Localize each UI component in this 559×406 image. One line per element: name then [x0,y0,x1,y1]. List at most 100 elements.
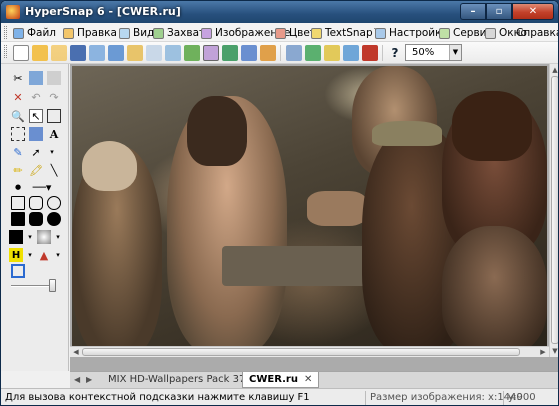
tools-menu-icon [439,27,450,39]
zoom-select[interactable]: 50% ▼ [405,44,462,61]
stamp-chevron-icon[interactable]: ▾ [51,248,65,262]
scroll-up-icon[interactable]: ▲ [550,65,558,75]
minimize-button[interactable]: – [460,3,486,20]
hypersnap-app-icon[interactable] [6,5,20,19]
close-button[interactable]: ✕ [512,3,554,20]
frame-icon[interactable] [11,264,25,278]
scroll-left-icon[interactable]: ◀ [71,347,81,357]
status-hint: Для вызова контекстной подсказки нажмите… [5,392,310,403]
gradient-chevron-icon[interactable]: ▾ [51,230,65,244]
view-menu-icon [119,27,130,39]
gradient-icon[interactable] [37,230,51,244]
capture-region-icon[interactable] [165,45,181,61]
open-folder-icon[interactable] [32,45,48,61]
menu-grip[interactable] [4,26,7,39]
paste-icon[interactable] [127,45,143,61]
vertical-scrollbar[interactable]: ▲ ▼ [549,64,558,357]
title-bar[interactable]: HyperSnap 6 - [CWER.ru] – ▫ ✕ [1,1,558,23]
paste-tool-icon[interactable] [47,71,61,85]
delete-icon[interactable]: ✕ [11,90,25,104]
highlight-chevron-icon[interactable]: ▾ [23,248,37,262]
tab-cwer[interactable]: CWER.ru ✕ [242,372,320,388]
window-title: HyperSnap 6 - [CWER.ru] [25,5,181,18]
cut-icon[interactable]: ✂ [11,71,25,85]
edit-menu-icon [63,27,74,39]
highlighter-icon[interactable]: 🖍 [29,163,43,177]
window-menu-icon [485,27,496,39]
capture-button-icon[interactable] [260,45,276,61]
menu-bar: Файл Правка Вид Захват Изображение Цвет … [1,23,558,42]
open-recent-icon[interactable] [51,45,67,61]
toolbar-grip[interactable] [4,45,7,58]
highlight-text-icon[interactable]: H [9,248,23,262]
scroll-down-icon[interactable]: ▼ [550,346,558,356]
crop-icon[interactable] [324,45,340,61]
dot-style-icon[interactable]: ● [11,180,25,194]
menu-capture[interactable]: Захват [153,26,205,40]
select-rect-icon[interactable] [11,127,25,141]
tab-scroll-left-icon[interactable]: ◀ [74,375,80,384]
maximize-button[interactable]: ▫ [486,3,512,20]
effects-icon[interactable] [343,45,359,61]
tab-scroll-right-icon[interactable]: ▶ [86,375,92,384]
close-tab-icon[interactable]: ✕ [304,374,312,385]
save-icon[interactable] [70,45,86,61]
marker-icon[interactable]: ✎ [11,145,25,159]
line-tool-icon[interactable]: ╲ [47,163,61,177]
menu-help[interactable]: Справка [513,26,558,40]
toolbar-separator [280,45,281,61]
copy-tool-icon[interactable] [29,71,43,85]
menu-textsnap[interactable]: TextSnap™ [311,26,383,40]
stamp-tool-icon[interactable]: ▲ [37,248,51,262]
zoom-tool-icon[interactable]: 🔍 [11,109,25,123]
document-tabs: ◀ ▶ MIX HD-Wallpapers Pack 37 10 CWER.ru… [70,371,558,388]
textsnap-menu-icon [311,27,322,39]
fill-icon[interactable] [29,127,43,141]
captured-image[interactable] [72,66,547,354]
image-figure [452,91,532,161]
pointer-icon[interactable]: ↖ [29,109,43,123]
horizontal-scroll-thumb[interactable] [82,348,520,356]
vertical-scroll-thumb[interactable] [551,76,558,344]
scroll-right-icon[interactable]: ▶ [538,347,548,357]
filled-ellipse-icon[interactable] [47,212,61,226]
capture-active-icon[interactable] [203,45,219,61]
color-menu-icon [275,27,286,39]
capture-scroll-icon[interactable] [241,45,257,61]
capture-screen-icon[interactable] [184,45,200,61]
filled-rectangle-icon[interactable] [11,212,25,226]
rotate-icon[interactable] [286,45,302,61]
menu-settings[interactable]: Настройки [375,26,448,40]
new-file-icon[interactable] [13,45,29,61]
menu-view[interactable]: Вид [119,26,154,40]
foreground-color-chevron-icon[interactable]: ▾ [23,230,37,244]
capture-object-icon[interactable] [222,45,238,61]
chevron-down-icon[interactable]: ▼ [449,45,461,60]
window-controls: – ▫ ✕ [460,3,554,20]
copy-icon[interactable] [89,45,105,61]
arrow-options-chevron-icon[interactable]: ▾ [45,145,59,159]
opacity-slider-track[interactable] [11,285,51,287]
ellipse-icon[interactable] [47,196,61,210]
rectangle-icon[interactable] [11,196,25,210]
print-icon[interactable] [108,45,124,61]
help-icon[interactable]: ? [387,45,403,61]
text-tool-icon[interactable]: A [47,127,61,141]
resize-icon[interactable] [305,45,321,61]
rounded-rectangle-icon[interactable] [29,196,43,210]
line-width-select[interactable]: ──▾ [29,180,55,194]
crop-tool-icon[interactable] [47,109,61,123]
menu-edit[interactable]: Правка [63,26,117,40]
horizontal-scrollbar[interactable]: ◀ ▶ [70,346,549,357]
filled-rounded-rectangle-icon[interactable] [29,212,43,226]
redo-icon[interactable]: ↷ [47,90,61,104]
pencil-icon[interactable]: ✏ [11,163,25,177]
menu-file[interactable]: Файл [13,26,56,40]
stamp-icon[interactable] [362,45,378,61]
opacity-slider-thumb[interactable] [49,279,56,292]
menu-color[interactable]: Цвет [275,26,316,40]
foreground-color-icon[interactable] [9,230,23,244]
capture-window-icon[interactable] [146,45,162,61]
undo-icon[interactable]: ↶ [29,90,43,104]
arrow-tool-icon[interactable]: ➚ [29,145,43,159]
